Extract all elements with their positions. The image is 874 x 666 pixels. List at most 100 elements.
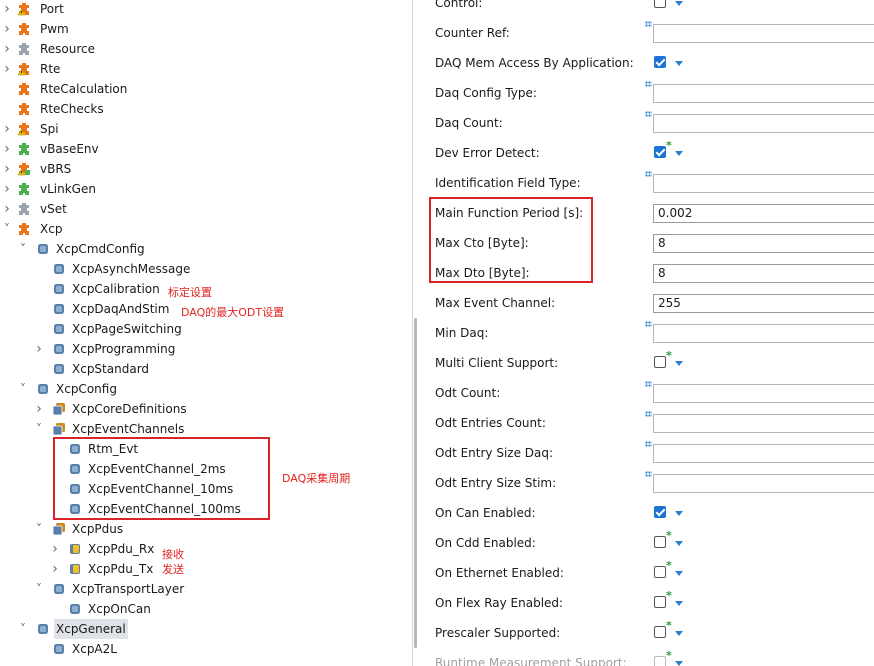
- tree-item-xcp[interactable]: ˅ Xcp: [0, 219, 412, 239]
- chevron-right-icon[interactable]: ›: [2, 159, 12, 179]
- tree-item-xcptransportlayer[interactable]: ˅ XcpTransportLayer: [0, 579, 412, 599]
- dropdown-arrow-icon[interactable]: [675, 631, 683, 636]
- dropdown-arrow-icon[interactable]: [675, 61, 683, 66]
- chevron-down-icon[interactable]: ˅: [18, 239, 28, 259]
- tree-item-rtechecks[interactable]: RteChecks: [0, 99, 412, 119]
- chevron-right-icon[interactable]: ›: [2, 199, 12, 219]
- tree-item-xcponcan[interactable]: XcpOnCan: [0, 599, 412, 619]
- tree-item-pwm[interactable]: › Pwm: [0, 19, 412, 39]
- tree-item-port[interactable]: › Port: [0, 0, 412, 19]
- tree-item-xcpcmdconfig[interactable]: ˅ XcpCmdConfig: [0, 239, 412, 259]
- chevron-right-icon[interactable]: ›: [2, 0, 12, 19]
- tree-item-xcppdu-tx[interactable]: › XcpPdu_Tx: [0, 559, 412, 579]
- property-label: Odt Entry Size Daq:: [435, 446, 554, 460]
- property-checkbox[interactable]: [654, 656, 666, 666]
- tree-item-label: Spi: [40, 122, 59, 136]
- property-value-field[interactable]: [653, 24, 874, 43]
- property-value-field[interactable]: [653, 384, 874, 403]
- dropdown-arrow-icon[interactable]: [675, 1, 683, 6]
- property-checkbox[interactable]: [654, 56, 666, 68]
- chevron-right-icon[interactable]: ›: [2, 139, 12, 159]
- property-row: On Can Enabled:: [426, 498, 874, 528]
- derived-value-icon: *: [666, 589, 672, 602]
- dropdown-arrow-icon[interactable]: [675, 601, 683, 606]
- tree-item-xcpeventchannels[interactable]: ˅ XcpEventChannels: [0, 419, 412, 439]
- chevron-down-icon[interactable]: ˅: [34, 579, 44, 599]
- chevron-down-icon[interactable]: ˅: [18, 619, 28, 639]
- default-value-icon: [645, 411, 652, 417]
- tree-item-xcpgeneral[interactable]: ˅ XcpGeneral: [0, 619, 412, 639]
- property-value-field[interactable]: [653, 84, 874, 103]
- tree-item-label: XcpPdus: [72, 522, 124, 536]
- tree-item-vset[interactable]: › vSet: [0, 199, 412, 219]
- tree-item-xcpstandard[interactable]: XcpStandard: [0, 359, 412, 379]
- tree-item-vlinkgen[interactable]: › vLinkGen: [0, 179, 412, 199]
- property-value-field[interactable]: 0.002: [653, 204, 874, 223]
- dropdown-arrow-icon[interactable]: [675, 661, 683, 666]
- chevron-right-icon[interactable]: ›: [34, 399, 44, 419]
- tree-item-vbaseenv[interactable]: › vBaseEnv: [0, 139, 412, 159]
- dropdown-arrow-icon[interactable]: [675, 511, 683, 516]
- tree-item-xcppdu-rx[interactable]: › XcpPdu_Rx: [0, 539, 412, 559]
- tree-item-label: vBaseEnv: [40, 142, 99, 156]
- tree-item-resource[interactable]: › Resource: [0, 39, 412, 59]
- tree-item-xcpconfig[interactable]: ˅ XcpConfig: [0, 379, 412, 399]
- module-icon: [17, 122, 31, 136]
- property-checkbox[interactable]: [654, 596, 666, 608]
- property-value-field[interactable]: 8: [653, 264, 874, 283]
- chevron-right-icon[interactable]: ›: [2, 19, 12, 39]
- property-value-field[interactable]: [653, 444, 874, 463]
- chevron-right-icon[interactable]: ›: [2, 119, 12, 139]
- chevron-right-icon[interactable]: ›: [50, 539, 60, 559]
- chevron-right-icon[interactable]: ›: [2, 39, 12, 59]
- property-checkbox[interactable]: [654, 0, 666, 8]
- module-icon: [17, 2, 31, 16]
- tree-item-xcppdus[interactable]: ˅ XcpPdus: [0, 519, 412, 539]
- property-value-field[interactable]: [653, 474, 874, 493]
- property-value-field[interactable]: 8: [653, 234, 874, 253]
- tree-item-vbrs[interactable]: › vBRS: [0, 159, 412, 179]
- tree-item-label: Pwm: [40, 22, 69, 36]
- container-icon: [52, 322, 66, 336]
- chevron-down-icon[interactable]: ˅: [34, 419, 44, 439]
- property-checkbox[interactable]: [654, 566, 666, 578]
- chevron-right-icon[interactable]: ›: [2, 59, 12, 79]
- dropdown-arrow-icon[interactable]: [675, 151, 683, 156]
- chevron-down-icon[interactable]: ˅: [34, 519, 44, 539]
- chevron-down-icon[interactable]: ˅: [2, 219, 12, 239]
- pane-divider[interactable]: [412, 0, 413, 666]
- tree-item-rte[interactable]: › Rte: [0, 59, 412, 79]
- chevron-right-icon[interactable]: ›: [2, 179, 12, 199]
- dropdown-arrow-icon[interactable]: [675, 541, 683, 546]
- property-label: Daq Config Type:: [435, 86, 537, 100]
- property-checkbox[interactable]: [654, 356, 666, 368]
- property-row: Daq Config Type:: [426, 78, 874, 108]
- property-checkbox[interactable]: [654, 506, 666, 518]
- chevron-right-icon[interactable]: ›: [50, 559, 60, 579]
- tree-item-rtecalculation[interactable]: RteCalculation: [0, 79, 412, 99]
- property-value-field[interactable]: [653, 324, 874, 343]
- chevron-right-icon[interactable]: ›: [34, 339, 44, 359]
- property-value-field[interactable]: [653, 414, 874, 433]
- dropdown-arrow-icon[interactable]: [675, 571, 683, 576]
- tree-scrollbar[interactable]: [414, 318, 417, 648]
- property-value-field[interactable]: [653, 114, 874, 133]
- tree-item-xcpcoredefinitions[interactable]: › XcpCoreDefinitions: [0, 399, 412, 419]
- module-icon: [17, 62, 31, 76]
- container-icon: [68, 542, 82, 556]
- tree-item-spi[interactable]: › Spi: [0, 119, 412, 139]
- property-value-field[interactable]: [653, 174, 874, 193]
- tree-item-xcppageswitching[interactable]: XcpPageSwitching: [0, 319, 412, 339]
- property-checkbox[interactable]: [654, 146, 666, 158]
- container-icon: [52, 522, 66, 536]
- tree-item-xcpasynchmessage[interactable]: XcpAsynchMessage: [0, 259, 412, 279]
- property-checkbox[interactable]: [654, 626, 666, 638]
- dropdown-arrow-icon[interactable]: [675, 361, 683, 366]
- tree-item-label: XcpPageSwitching: [72, 322, 182, 336]
- tree-item-xcpprogramming[interactable]: › XcpProgramming: [0, 339, 412, 359]
- tree-item-xcpa2l[interactable]: XcpA2L: [0, 639, 412, 659]
- chevron-down-icon[interactable]: ˅: [18, 379, 28, 399]
- property-checkbox[interactable]: [654, 536, 666, 548]
- property-value-field[interactable]: 255: [653, 294, 874, 313]
- property-label: Prescaler Supported:: [435, 626, 561, 640]
